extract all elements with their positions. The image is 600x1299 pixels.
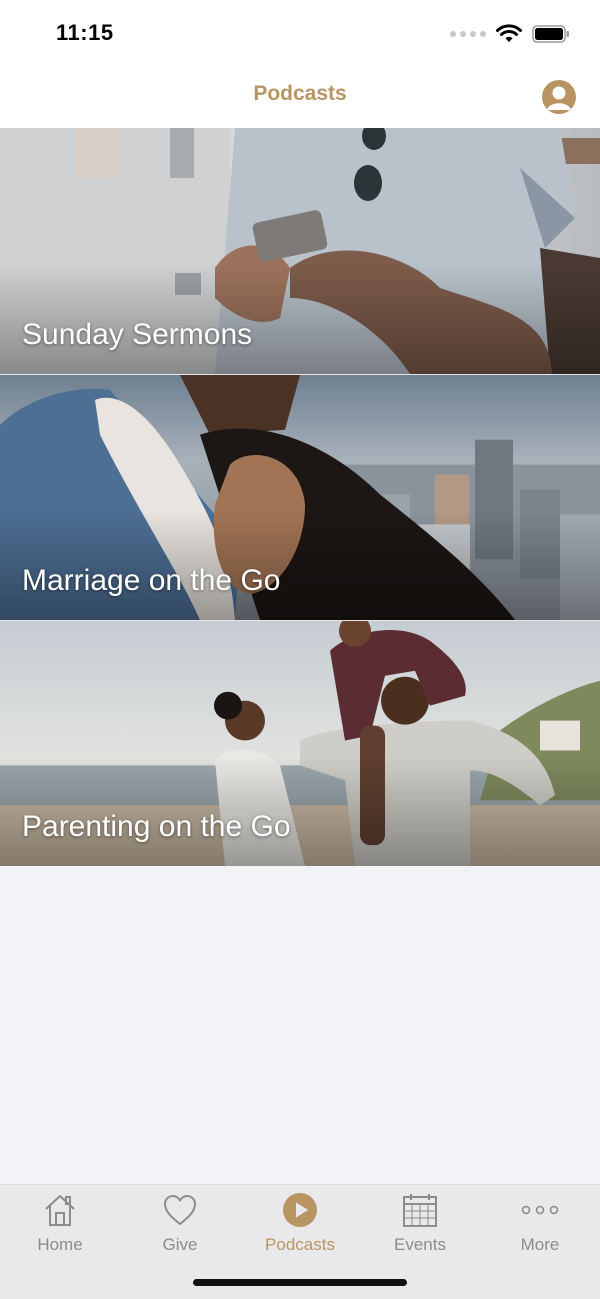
tab-label: Events (394, 1235, 446, 1254)
tab-label: Home (37, 1235, 83, 1254)
page-title: Podcasts (253, 82, 347, 105)
tab-podcasts[interactable]: Podcasts (240, 1185, 360, 1265)
tab-label: Podcasts (265, 1235, 335, 1254)
tab-label: Give (162, 1235, 198, 1254)
tab-events[interactable]: Events (360, 1185, 480, 1265)
ellipsis-icon (521, 1205, 559, 1215)
tab-more[interactable]: More (480, 1185, 600, 1265)
battery-icon (532, 25, 569, 43)
podcast-title: Parenting on the Go (22, 810, 291, 843)
podcast-list: Sunday Sermons Marriage on the Go Parent… (0, 128, 600, 866)
calendar-icon (403, 1194, 437, 1227)
tab-give[interactable]: Give (120, 1185, 240, 1265)
home-indicator[interactable] (193, 1279, 407, 1286)
play-circle-icon (283, 1193, 317, 1227)
tab-label: More (520, 1235, 560, 1254)
house-icon (45, 1195, 75, 1226)
podcast-card-parenting-on-the-go[interactable]: Parenting on the Go (0, 620, 600, 866)
tab-home[interactable]: Home (0, 1185, 120, 1265)
cellular-signal-icon (450, 31, 486, 37)
status-time: 11:15 (56, 20, 114, 45)
user-avatar-icon (547, 86, 571, 110)
heart-icon (164, 1195, 196, 1225)
podcast-title: Sunday Sermons (22, 318, 253, 351)
podcast-title: Marriage on the Go (22, 564, 281, 597)
navigation-bar: Podcasts (0, 66, 600, 128)
podcast-card-marriage-on-the-go[interactable]: Marriage on the Go (0, 374, 600, 620)
status-icons (450, 24, 570, 44)
wifi-icon (496, 24, 522, 42)
profile-button[interactable] (542, 80, 576, 114)
podcast-card-sunday-sermons[interactable]: Sunday Sermons (0, 128, 600, 374)
status-bar: 11:15 (0, 0, 600, 66)
